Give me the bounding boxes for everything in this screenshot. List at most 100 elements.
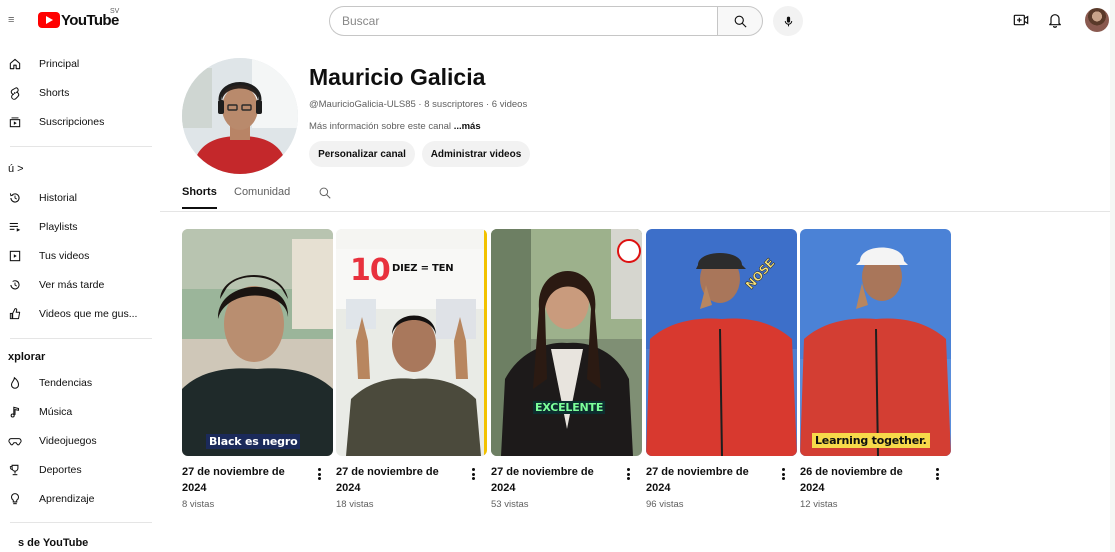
channel-more-link[interactable]: ...más <box>454 121 481 132</box>
short-caption-text: Black es negro <box>206 434 301 449</box>
short-view-count: 18 vistas <box>336 499 374 510</box>
short-title[interactable]: 27 de noviembre de 2024 <box>491 464 619 496</box>
sidebar-divider <box>10 146 152 147</box>
short-caption-text: Learning together. <box>812 433 930 448</box>
short-thumbnail[interactable] <box>800 229 951 456</box>
channel-name: Mauricio Galicia <box>309 64 486 90</box>
sidebar-item-label: Videos que me gus... <box>39 308 138 320</box>
short-view-count: 96 vistas <box>646 499 684 510</box>
tab-comunidad[interactable]: Comunidad <box>234 186 290 198</box>
home-icon <box>8 57 22 71</box>
search-placeholder: Buscar <box>342 14 380 28</box>
sidebar-item-ver-mas-tarde[interactable]: Ver más tarde <box>0 271 160 299</box>
sidebar-item-videos-que-me-gustan[interactable]: Videos que me gus... <box>0 300 160 328</box>
channel-avatar-photo <box>182 58 298 174</box>
sidebar-item-deportes[interactable]: Deportes <box>0 456 160 484</box>
sidebar-item-label: Aprendizaje <box>39 493 95 505</box>
sidebar-item-playlists[interactable]: Playlists <box>0 213 160 241</box>
voice-search-button[interactable] <box>773 6 803 36</box>
watch-later-icon <box>8 278 22 292</box>
short-title[interactable]: 27 de noviembre de 2024 <box>336 464 464 496</box>
search-input[interactable]: Buscar <box>329 6 718 36</box>
sidebar-item-label: Historial <box>39 192 77 204</box>
playlists-icon <box>8 220 22 234</box>
gaming-icon <box>8 434 22 448</box>
short-more-options-icon[interactable] <box>623 466 633 482</box>
sidebar-item-historial[interactable]: Historial <box>0 184 160 212</box>
short-more-options-icon[interactable] <box>314 466 324 482</box>
explore-section-title: xplorar <box>8 351 46 363</box>
sidebar-item-shorts[interactable]: Shorts <box>0 79 160 107</box>
channel-handle-stats: @MauricioGalicia-ULS85 · 8 suscriptores … <box>309 99 528 110</box>
search-icon <box>734 15 747 28</box>
sidebar-item-label: Shorts <box>39 87 70 99</box>
trending-icon <box>8 376 22 390</box>
you-section-link[interactable]: ú > <box>8 163 24 175</box>
short-caption-number: 10 <box>350 253 391 288</box>
channel-search-icon[interactable] <box>318 186 332 200</box>
short-thumbnail-image <box>182 229 333 456</box>
tab-shorts[interactable]: Shorts <box>182 186 217 198</box>
short-title[interactable]: 26 de noviembre de 2024 <box>800 464 928 496</box>
short-thumbnail[interactable] <box>182 229 333 456</box>
short-title[interactable]: 27 de noviembre de 2024 <box>646 464 774 496</box>
notifications-bell-icon[interactable] <box>1047 11 1063 29</box>
youtube-play-icon <box>38 12 60 28</box>
microphone-icon <box>784 16 792 26</box>
short-more-options-icon[interactable] <box>932 466 942 482</box>
tabs-divider <box>160 211 1115 212</box>
sidebar-item-musica[interactable]: Música <box>0 398 160 426</box>
sidebar-item-suscripciones[interactable]: Suscripciones <box>0 108 160 136</box>
sidebar-item-aprendizaje[interactable]: Aprendizaje <box>0 485 160 513</box>
account-avatar[interactable] <box>1085 8 1109 32</box>
sidebar-item-label: Deportes <box>39 464 82 476</box>
more-from-youtube-title: s de YouTube <box>18 537 89 549</box>
sidebar-item-videojuegos[interactable]: Videojuegos <box>0 427 160 455</box>
sidebar-item-label: Tendencias <box>39 377 93 389</box>
active-tab-indicator <box>182 207 217 209</box>
top-bar: ≡ YouTube SV Buscar <box>0 0 1115 44</box>
short-view-count: 53 vistas <box>491 499 529 510</box>
sidebar-item-principal[interactable]: Principal <box>0 50 160 78</box>
logo-country-code: SV <box>110 8 120 15</box>
short-more-options-icon[interactable] <box>778 466 788 482</box>
short-view-count: 12 vistas <box>800 499 838 510</box>
short-thumbnail-image <box>800 229 951 456</box>
menu-icon[interactable]: ≡ <box>8 13 20 27</box>
short-more-options-icon[interactable] <box>468 466 478 482</box>
manage-videos-button[interactable]: Administrar videos <box>422 141 530 167</box>
channel-avatar[interactable] <box>182 58 298 174</box>
short-view-count: 8 vistas <box>182 499 215 510</box>
sidebar-item-label: Música <box>39 406 73 418</box>
short-title[interactable]: 27 de noviembre de 2024 <box>182 464 310 496</box>
channel-more-info-text: Más información sobre este canal <box>309 121 452 132</box>
window-edge <box>1110 0 1115 552</box>
create-video-icon[interactable] <box>1013 12 1029 28</box>
subscriptions-icon <box>8 115 22 129</box>
short-thumbnail[interactable] <box>491 229 642 456</box>
your-videos-icon <box>8 249 22 263</box>
learning-lightbulb-icon <box>8 492 22 506</box>
sidebar-item-label: Ver más tarde <box>39 279 105 291</box>
sidebar-item-label: Playlists <box>39 221 78 233</box>
sidebar-item-tendencias[interactable]: Tendencias <box>0 369 160 397</box>
sidebar-item-label: Principal <box>39 58 80 70</box>
customize-channel-button[interactable]: Personalizar canal <box>309 141 415 167</box>
short-thumbnail-image <box>491 229 642 456</box>
sidebar-item-label: Suscripciones <box>39 116 105 128</box>
search-button[interactable] <box>717 6 763 36</box>
shorts-icon <box>8 86 22 100</box>
sidebar: Principal Shorts Suscripciones ú > Histo… <box>0 48 160 552</box>
sidebar-item-tus-videos[interactable]: Tus videos <box>0 242 160 270</box>
sidebar-item-label: Videojuegos <box>39 435 97 447</box>
channel-more-info[interactable]: Más información sobre este canal ...más <box>309 121 481 132</box>
music-icon <box>8 405 22 419</box>
youtube-logo[interactable]: YouTube SV <box>38 8 120 30</box>
short-caption-text: DIEZ = TEN <box>392 263 454 274</box>
history-icon <box>8 191 22 205</box>
liked-videos-icon <box>8 307 22 321</box>
sidebar-item-label: Tus videos <box>39 250 90 262</box>
sidebar-divider <box>10 522 152 523</box>
short-caption-text: EXCELENTE <box>533 401 606 414</box>
sidebar-divider <box>10 338 152 339</box>
